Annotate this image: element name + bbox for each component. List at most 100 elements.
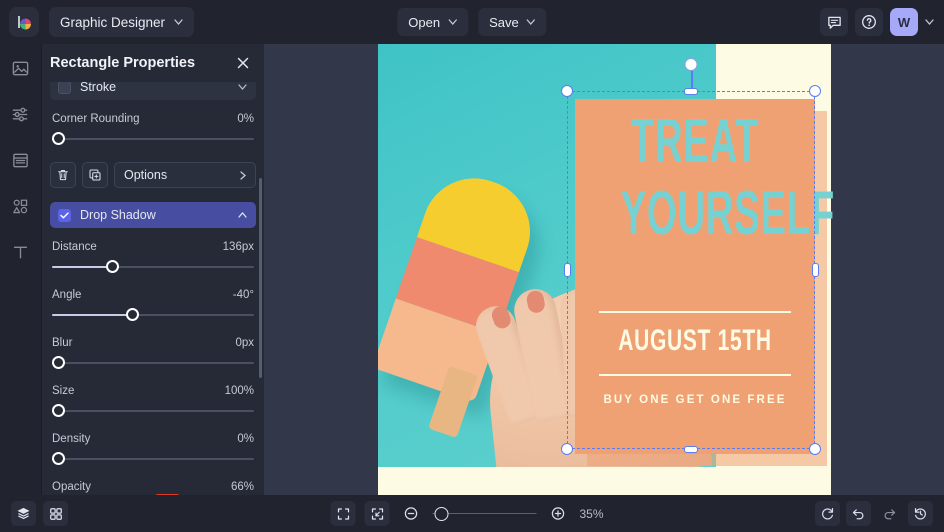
page-title: Rectangle Properties <box>50 55 196 71</box>
app-window: Graphic Designer Open Save W Rectangle P… <box>0 0 944 532</box>
artboard[interactable]: TREAT YOURSELF AUGUST 15TH BUY ONE GET O… <box>378 44 834 495</box>
fit-to-screen-button[interactable] <box>330 501 356 526</box>
top-toolbar: Graphic Designer Open Save W <box>0 0 944 44</box>
sidebar-item-image[interactable] <box>9 56 33 80</box>
tool-rail <box>0 44 42 495</box>
delete-button[interactable] <box>50 162 76 188</box>
open-button[interactable]: Open <box>397 8 469 36</box>
app-logo-button[interactable] <box>9 7 39 37</box>
open-button-label: Open <box>408 14 441 30</box>
panel-scrollbar[interactable] <box>259 178 262 378</box>
opacity-label: Opacity <box>52 481 91 493</box>
redo-button[interactable] <box>877 501 902 526</box>
slider-track <box>52 138 254 140</box>
size-slider[interactable] <box>50 402 256 420</box>
sidebar-item-shapes[interactable] <box>9 194 33 218</box>
properties-scroll-region[interactable]: Stroke Corner Rounding 0% Options Drop S… <box>42 82 264 495</box>
save-button[interactable]: Save <box>478 8 547 36</box>
help-button[interactable] <box>855 8 883 36</box>
distance-header: Distance 136px <box>50 241 256 253</box>
canvas-area[interactable]: TREAT YOURSELF AUGUST 15TH BUY ONE GET O… <box>264 44 944 495</box>
collapse-view-button[interactable] <box>364 501 390 526</box>
distance-slider[interactable] <box>50 258 256 276</box>
undo-icon <box>851 506 866 521</box>
resize-handle-middle-left[interactable] <box>563 263 571 277</box>
stroke-checkbox[interactable] <box>58 82 71 94</box>
chevron-right-icon <box>240 170 246 180</box>
distance-label: Distance <box>52 241 97 253</box>
resize-handle-middle-right[interactable] <box>811 263 819 277</box>
resize-handle-top-left[interactable] <box>561 85 573 97</box>
blur-value: 0px <box>235 337 254 349</box>
options-button[interactable]: Options <box>114 162 256 188</box>
zoom-controls: 35% <box>330 501 614 526</box>
chevron-down-icon <box>238 84 247 90</box>
sidebar-item-adjust[interactable] <box>9 102 33 126</box>
document-type-label: Graphic Designer <box>60 14 166 30</box>
text-t-icon <box>11 243 30 262</box>
corner-rounding-slider[interactable] <box>50 130 256 148</box>
zoom-slider[interactable] <box>432 506 537 521</box>
bottom-toolbar: 35% <box>0 495 944 532</box>
slider-thumb[interactable] <box>52 404 65 417</box>
rotation-handle[interactable] <box>684 58 698 71</box>
slider-thumb[interactable] <box>52 132 65 145</box>
reset-button[interactable] <box>815 501 840 526</box>
document-type-selector[interactable]: Graphic Designer <box>49 7 195 37</box>
image-icon <box>11 59 30 78</box>
shapes-icon <box>11 197 30 216</box>
zoom-in-button[interactable] <box>546 501 571 526</box>
file-actions: Open Save <box>397 8 547 36</box>
grid-view-button[interactable] <box>43 501 68 526</box>
feedback-button[interactable] <box>820 8 848 36</box>
resize-handle-bottom-right[interactable] <box>809 443 821 455</box>
resize-handle-top-right[interactable] <box>809 85 821 97</box>
question-circle-icon <box>861 14 877 30</box>
slider-track <box>52 458 254 460</box>
duplicate-button[interactable] <box>82 162 108 188</box>
resize-handle-top-center[interactable] <box>684 87 698 95</box>
angle-label: Angle <box>52 289 82 301</box>
undo-button[interactable] <box>846 501 871 526</box>
opacity-header: Opacity 66% <box>50 481 256 493</box>
layers-button[interactable] <box>11 501 36 526</box>
size-header: Size 100% <box>50 385 256 397</box>
account-actions: W <box>820 8 934 36</box>
angle-slider[interactable] <box>50 306 256 324</box>
drop-shadow-section-header[interactable]: Drop Shadow <box>50 202 256 228</box>
trash-icon <box>56 168 70 182</box>
density-slider[interactable] <box>50 450 256 468</box>
account-menu-chevron-down-icon[interactable] <box>925 19 934 25</box>
history-icon <box>913 506 928 521</box>
chevron-down-icon <box>174 19 183 25</box>
density-field: Density 0% <box>50 433 256 468</box>
colorwheel-logo-icon <box>15 13 34 32</box>
sidebar-item-pages[interactable] <box>9 148 33 172</box>
properties-panel: Rectangle Properties Stroke Corner Round… <box>42 44 264 495</box>
corner-rounding-field: Corner Rounding 0% <box>50 113 256 148</box>
fit-to-screen-icon <box>336 507 350 521</box>
slider-track <box>52 410 254 412</box>
opacity-field: Opacity 66% <box>50 481 256 495</box>
resize-handle-bottom-left[interactable] <box>561 443 573 455</box>
slider-thumb[interactable] <box>105 260 119 273</box>
stroke-section-header[interactable]: Stroke <box>50 82 256 100</box>
zoom-out-button[interactable] <box>399 501 424 526</box>
slider-thumb[interactable] <box>52 452 65 465</box>
blur-field: Blur 0px <box>50 337 256 372</box>
slider-thumb[interactable] <box>52 356 65 369</box>
layers-page-icon <box>11 151 30 170</box>
grid-view-icon <box>49 507 63 521</box>
layers-icon <box>16 506 31 521</box>
slider-thumb[interactable] <box>126 308 140 321</box>
duplicate-icon <box>88 168 102 182</box>
close-icon[interactable] <box>236 56 250 70</box>
blur-slider[interactable] <box>50 354 256 372</box>
zoom-slider-thumb[interactable] <box>434 506 449 521</box>
sidebar-item-text[interactable] <box>9 240 33 264</box>
size-value: 100% <box>224 385 254 397</box>
avatar[interactable]: W <box>890 8 918 36</box>
drop-shadow-checkbox[interactable] <box>58 208 71 222</box>
history-button[interactable] <box>908 501 933 526</box>
resize-handle-bottom-center[interactable] <box>684 445 698 453</box>
